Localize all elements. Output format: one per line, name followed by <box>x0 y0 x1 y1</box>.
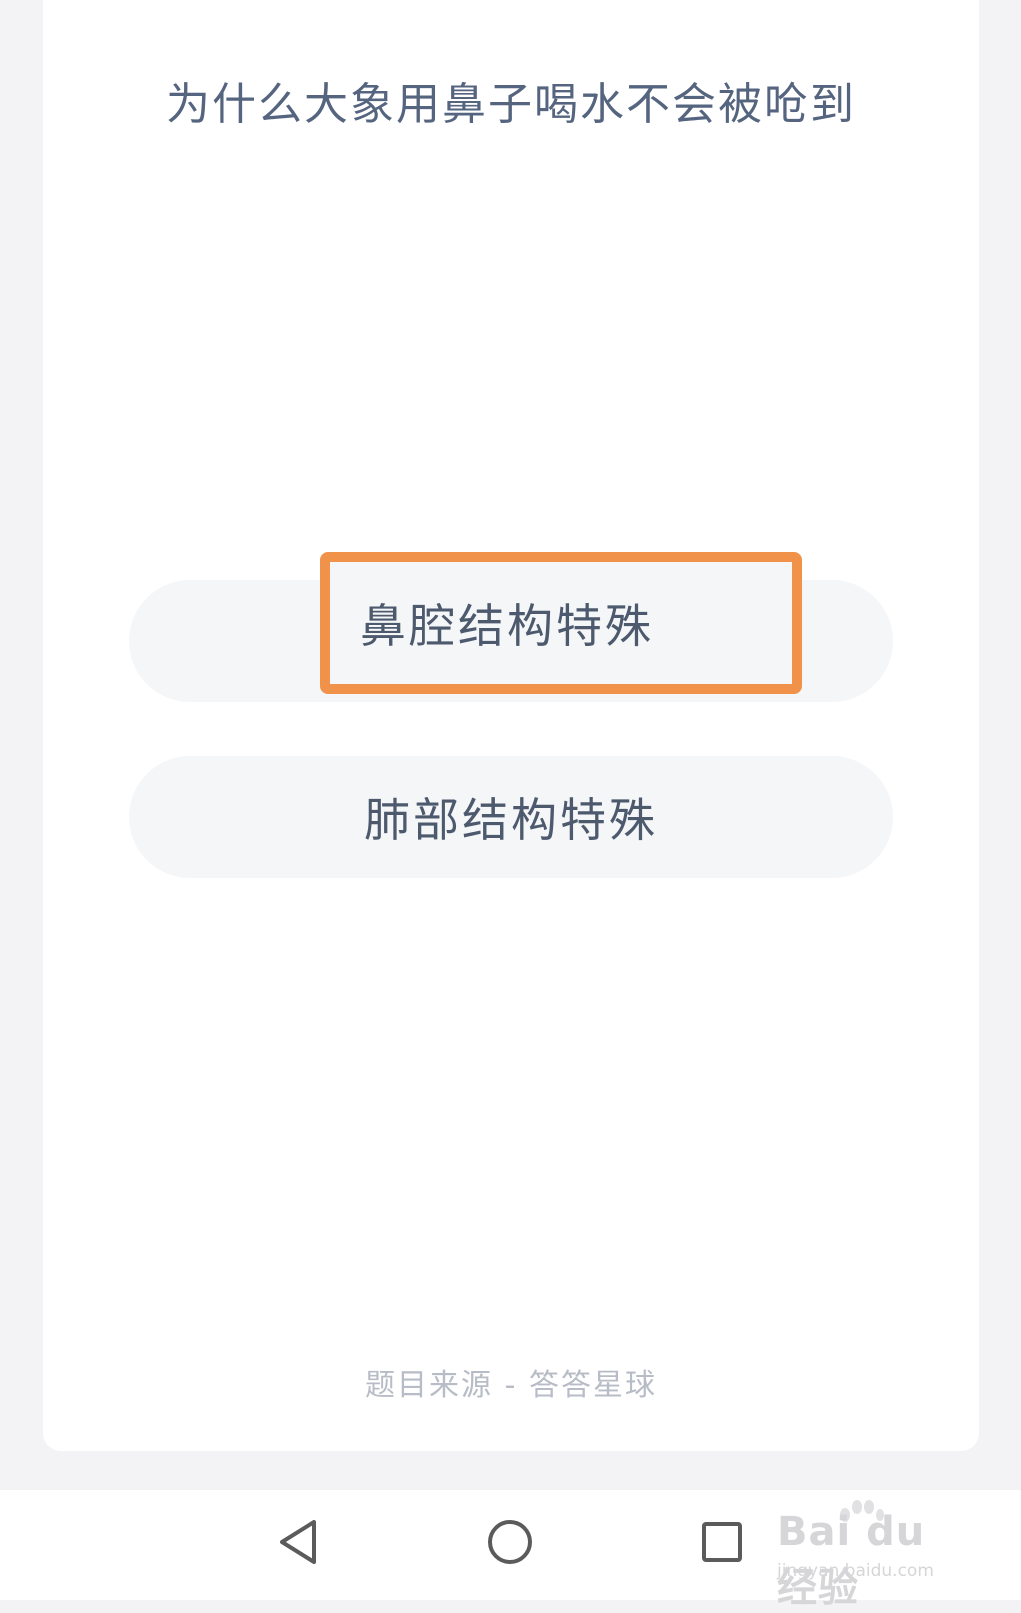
home-circle-icon <box>488 1520 532 1564</box>
back-triangle-icon <box>280 1520 316 1564</box>
question-text: 为什么大象用鼻子喝水不会被呛到 <box>166 79 856 130</box>
back-button[interactable] <box>268 1512 328 1572</box>
watermark-url: jingyan.baidu.com <box>777 1561 934 1581</box>
option-label: 肺部结构特殊 <box>364 793 658 847</box>
recent-square-icon <box>702 1522 742 1562</box>
selected-answer-highlight[interactable]: 鼻腔结构特殊 <box>320 552 802 694</box>
question-source: 题目来源 - 答答星球 <box>365 1368 657 1403</box>
cropped-header-text: —·—·— —— <box>43 0 979 2</box>
baidu-jingyan-watermark: Bai du 经验 jingyan.baidu.com <box>747 1497 977 1611</box>
recent-apps-button[interactable] <box>692 1512 752 1572</box>
option-lung[interactable]: 肺部结构特殊 <box>129 756 893 878</box>
home-button[interactable] <box>480 1512 540 1572</box>
quiz-card: —·—·— —— 为什么大象用鼻子喝水不会被呛到 鼻腔结构特殊 肺部结构特殊 题… <box>43 0 979 1451</box>
option-label: 鼻腔结构特殊 <box>360 599 654 653</box>
